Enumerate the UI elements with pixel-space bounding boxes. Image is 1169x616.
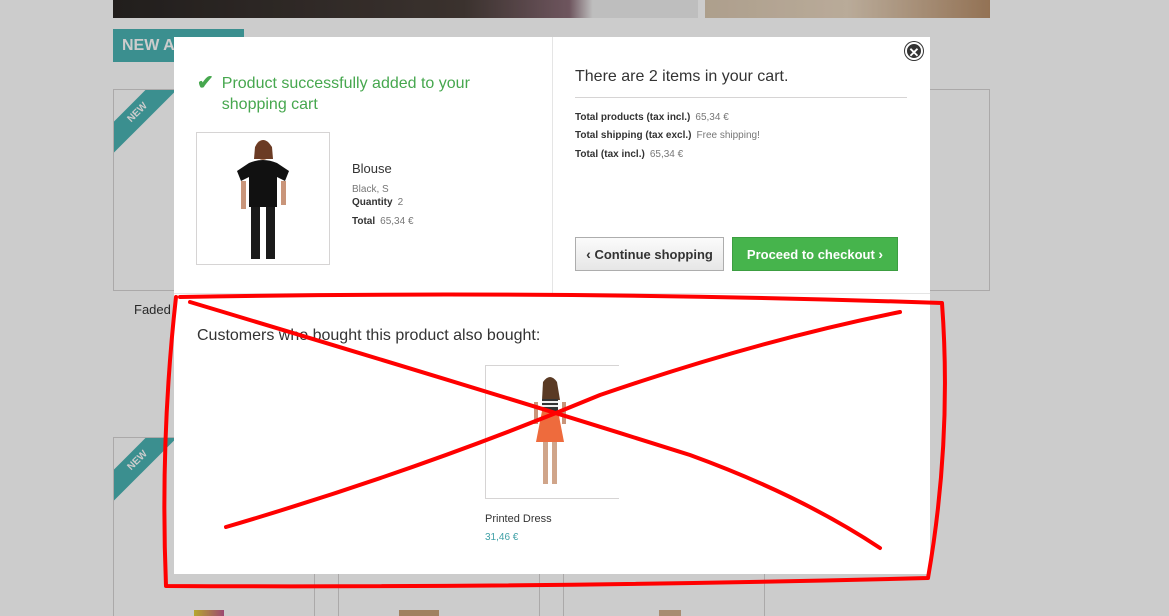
proceed-to-checkout-label: Proceed to checkout <box>746 247 875 262</box>
product-total: Total 65,34 € <box>352 216 414 227</box>
related-product-image[interactable] <box>485 365 619 499</box>
chevron-left-icon: ‹ <box>586 246 591 262</box>
related-product-name[interactable]: Printed Dress <box>485 513 552 525</box>
total-shipping-line: Total shipping (tax excl.) Free shipping! <box>575 130 760 141</box>
divider <box>552 37 553 293</box>
total-products-line: Total products (tax incl.) 65,34 € <box>575 112 729 123</box>
related-product-price: 31,46 € <box>485 532 519 543</box>
total-shipping-value: Free shipping! <box>696 130 760 141</box>
product-quantity: Quantity 2 <box>352 197 403 208</box>
total-value: 65,34 € <box>380 216 414 227</box>
quantity-label: Quantity <box>352 197 393 208</box>
total-products-label: Total products (tax incl.) <box>575 112 691 123</box>
printed-dress-figure <box>534 377 566 484</box>
product-attributes: Black, S <box>352 184 389 195</box>
success-text: Product successfully added to your shopp… <box>221 75 470 113</box>
cart-total-value: 65,34 € <box>649 149 684 160</box>
divider <box>575 97 907 98</box>
close-icon[interactable]: ✕ <box>905 42 923 60</box>
also-bought-heading: Customers who bought this product also b… <box>197 327 541 344</box>
cart-total-label: Total (tax incl.) <box>575 149 645 160</box>
chevron-right-icon: › <box>878 246 884 262</box>
cart-heading: There are 2 items in your cart. <box>575 68 789 85</box>
product-image <box>196 132 330 265</box>
proceed-to-checkout-button[interactable]: Proceed to checkout › <box>732 237 898 271</box>
continue-shopping-button[interactable]: ‹ Continue shopping <box>575 237 724 271</box>
total-shipping-label: Total shipping (tax excl.) <box>575 130 692 141</box>
check-icon: ✔ <box>197 72 214 94</box>
quantity-value: 2 <box>397 197 404 208</box>
continue-shopping-label: Continue shopping <box>594 247 713 262</box>
divider <box>174 293 930 294</box>
product-name: Blouse <box>352 161 392 176</box>
blouse-figure <box>237 140 289 259</box>
total-products-value: 65,34 € <box>695 112 729 123</box>
success-message: ✔ Product successfully added to your sho… <box>197 73 487 115</box>
cart-total-line: Total (tax incl.) 65,34 € <box>575 149 683 160</box>
total-label: Total <box>352 216 376 227</box>
